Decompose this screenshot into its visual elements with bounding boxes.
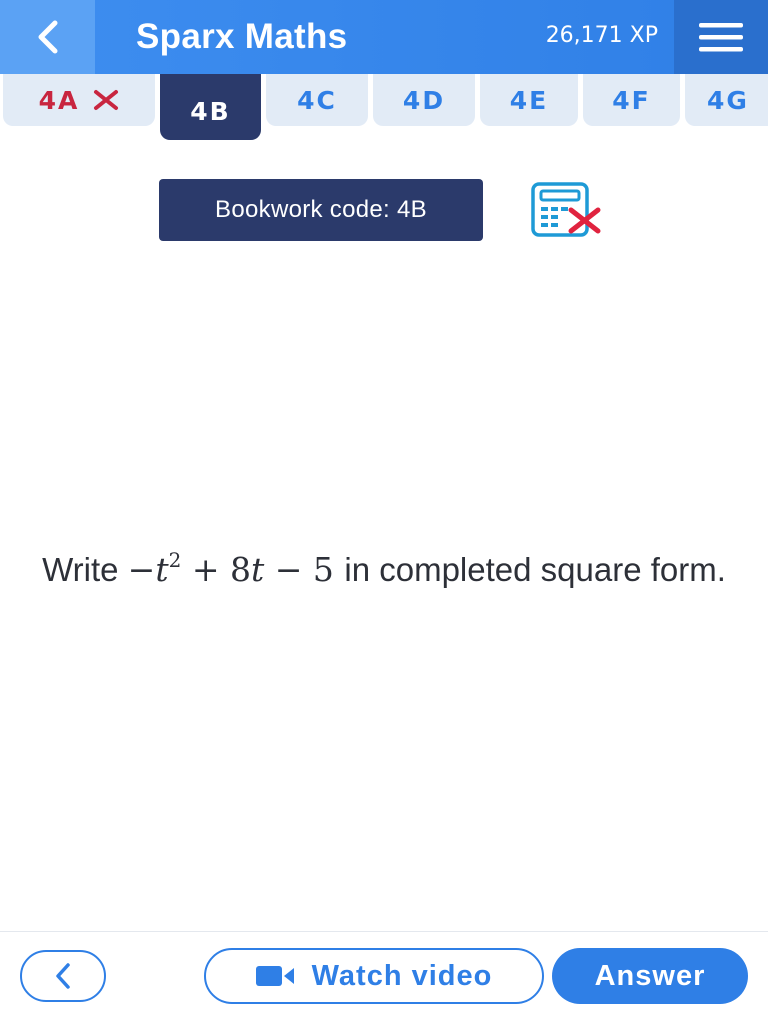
tab-label: 4F: [612, 85, 651, 115]
chevron-left-icon: [56, 963, 70, 989]
question-prefix: Write: [42, 551, 119, 588]
question-suffix: in completed square form.: [344, 551, 726, 588]
tab-4f[interactable]: 4F: [583, 74, 680, 126]
watch-video-button[interactable]: Watch video: [204, 948, 544, 1004]
math-expression: −t2 + 8t − 5: [127, 548, 334, 589]
tab-4b[interactable]: 4B: [160, 74, 261, 140]
tab-label: 4B: [190, 96, 231, 126]
question-text: Write −t2 + 8t − 5 in completed square f…: [40, 548, 728, 592]
app-title: Sparx Maths: [136, 17, 348, 56]
task-tabs: 4A 4B 4C 4D 4E 4F 4G: [0, 74, 768, 144]
tab-4d[interactable]: 4D: [373, 74, 475, 126]
tab-label: 4D: [402, 85, 446, 115]
answer-button[interactable]: Answer: [552, 948, 748, 1004]
calculator-not-allowed-icon: [531, 182, 601, 237]
previous-button[interactable]: [20, 950, 106, 1002]
tab-4e[interactable]: 4E: [480, 74, 578, 126]
tab-4c[interactable]: 4C: [266, 74, 368, 126]
sparx-question-screen: Sparx Maths 26,171 XP 4A 4B 4C 4D 4E 4F …: [0, 0, 768, 1024]
xp-counter: 26,171 XP: [545, 23, 658, 48]
top-bar: Sparx Maths 26,171 XP: [0, 0, 768, 74]
footer-divider: [0, 931, 768, 932]
tab-label: 4G: [707, 85, 749, 115]
bookwork-code: Bookwork code: 4B: [159, 179, 483, 241]
tab-4g[interactable]: 4G: [685, 74, 768, 126]
tab-4a[interactable]: 4A: [3, 74, 155, 126]
cross-icon: [93, 89, 119, 111]
hamburger-menu-icon: [699, 23, 743, 52]
video-camera-icon: [255, 964, 296, 988]
back-button[interactable]: [0, 0, 95, 74]
tab-label: 4A: [38, 85, 80, 115]
menu-button[interactable]: [674, 0, 768, 74]
chevron-left-icon: [38, 20, 57, 54]
watch-video-label: Watch video: [311, 959, 493, 992]
tab-label: 4E: [509, 85, 549, 115]
tab-label: 4C: [297, 85, 337, 115]
